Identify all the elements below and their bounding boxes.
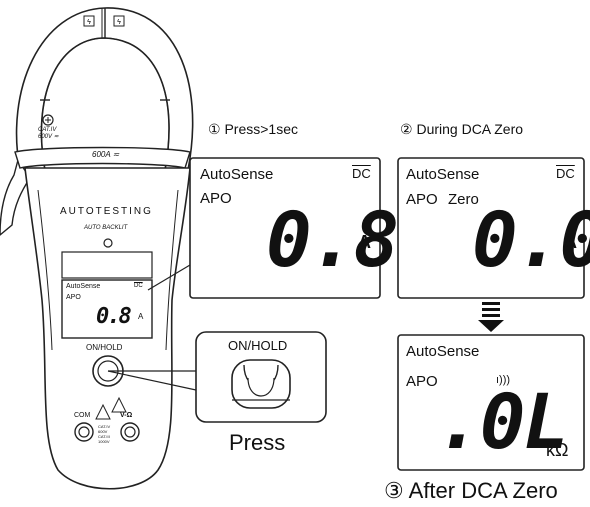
lcd-1-unit: A: [358, 232, 371, 252]
meter-lcd-apo: APO: [66, 294, 81, 301]
meter-lcd-unit: A: [138, 312, 144, 321]
meter-terminal-v: V-Ω: [120, 412, 133, 419]
step-2-number: ②: [400, 121, 413, 137]
meter-brand: AUTOTESTING: [60, 206, 153, 217]
meter-terminal-cat: CAT.IV 600V CAT.III 1000V: [98, 424, 111, 444]
meter-lcd-reading: 0.8: [96, 304, 132, 329]
lcd-3-mode: AutoSense: [406, 343, 480, 360]
meter-jaw-rating: CAT.IV 600V ≂: [38, 127, 59, 140]
down-arrow-icon: [478, 302, 504, 332]
svg-text:ϟ: ϟ: [117, 19, 121, 26]
step-3-number: ③: [384, 478, 404, 503]
button-callout-action: Press: [229, 430, 286, 455]
step-3-label: After DCA Zero: [408, 478, 558, 503]
meter-terminal-com: COM: [74, 412, 91, 419]
lcd-2-apo: APO: [406, 191, 438, 208]
step-3-heading: ③ After DCA Zero: [384, 478, 558, 504]
lcd-2-dc: DC: [556, 166, 575, 181]
meter-button-label: ON/HOLD: [86, 343, 123, 352]
button-callout-label: ON/HOLD: [228, 338, 288, 353]
meter-lcd-dc: DC: [134, 283, 143, 289]
lcd-1-dc: DC: [352, 166, 371, 181]
lcd-3-apo: APO: [406, 373, 438, 390]
step-2-heading: ② During DCA Zero: [400, 121, 523, 138]
meter-lcd-mode: AutoSense: [66, 283, 101, 290]
lcd-3-unit: kΩ: [546, 440, 569, 460]
lcd-1-reading: 0.8: [266, 195, 399, 284]
meter-jaw-current: 600A ≂: [92, 150, 120, 159]
lcd-1-apo: APO: [200, 190, 232, 207]
step-1-label: Press>1sec: [224, 121, 298, 137]
meter-backlight-label: AUTO BACKLIT: [84, 225, 128, 231]
lcd-2-mode: AutoSense: [406, 166, 480, 183]
step-1-number: ①: [208, 121, 221, 137]
lcd-2-unit: A: [564, 232, 577, 252]
svg-text:ϟ: ϟ: [87, 19, 91, 26]
step-2-label: During DCA Zero: [416, 121, 524, 137]
lcd-1-mode: AutoSense: [200, 166, 274, 183]
step-1-heading: ① Press>1sec: [208, 121, 298, 138]
